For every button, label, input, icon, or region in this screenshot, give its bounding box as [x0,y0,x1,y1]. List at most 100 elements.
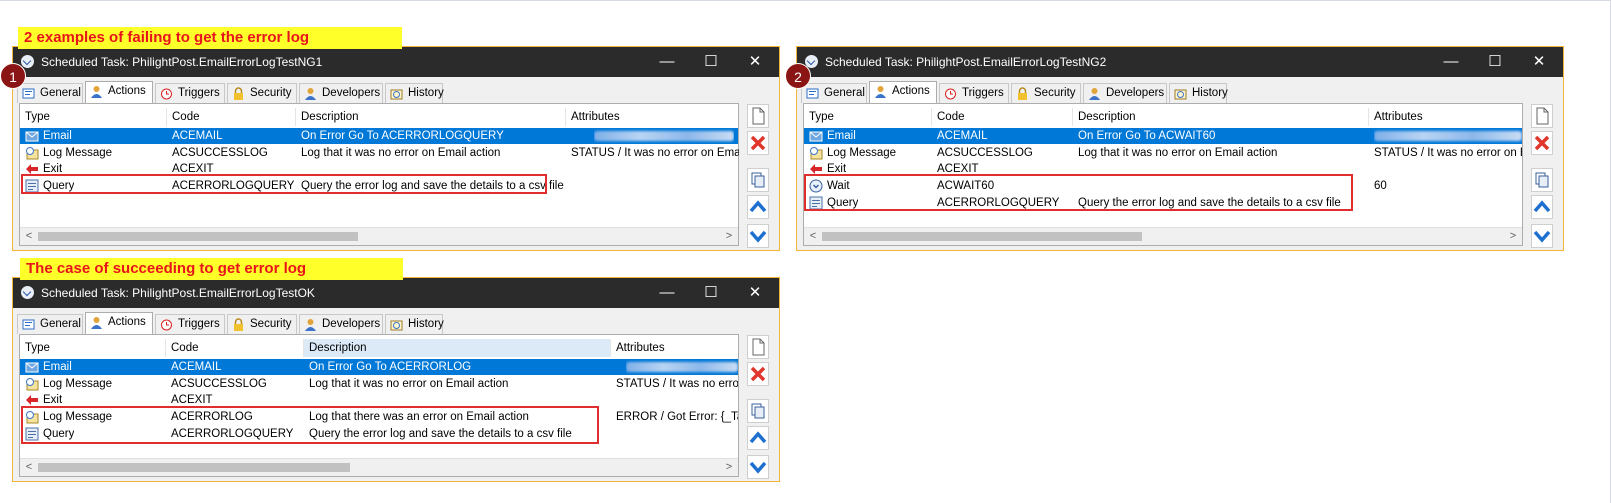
tab-general[interactable]: General [17,83,83,103]
close-button[interactable]: ✕ [1517,47,1561,77]
arrow-down-icon [749,230,767,243]
scroll-left-icon[interactable]: < [22,228,36,245]
scroll-thumb[interactable] [822,232,1142,241]
scroll-thumb[interactable] [38,463,350,472]
general-tab-icon [806,88,819,99]
tab-general[interactable]: General [801,83,867,103]
scroll-right-icon[interactable]: > [722,459,736,476]
column-header-attributes[interactable]: Attributes [611,339,740,357]
tab-security[interactable]: Security [1011,83,1081,103]
copy-action-button[interactable] [747,168,769,192]
move-down-button[interactable] [747,224,769,248]
table-row[interactable]: Log Message ACSUCCESSLOG Log that it was… [20,145,739,161]
tab-developers[interactable]: Developers [299,314,383,334]
tab-developers[interactable]: Developers [1083,83,1167,103]
scroll-thumb[interactable] [38,232,358,241]
copy-action-button[interactable] [747,399,769,423]
highlight-box [21,406,599,444]
padlock-icon [234,87,243,100]
tab-label: Security [250,87,292,99]
maximize-button[interactable]: ☐ [689,47,733,77]
new-document-icon [752,338,765,356]
column-header-type[interactable]: Type [20,339,166,357]
arrow-up-icon [749,200,767,213]
table-row[interactable]: Email ACEMAIL On Error Go To ACERRORLOGQ… [20,128,738,144]
horizontal-scrollbar[interactable]: < > [20,458,738,476]
scroll-right-icon[interactable]: > [1506,228,1520,245]
arrow-up-icon [749,431,767,444]
scroll-right-icon[interactable]: > [722,228,736,245]
tab-history[interactable]: History [385,83,444,103]
table-row[interactable]: Email ACEMAIL On Error Go To ACWAIT60 [804,128,1522,144]
close-button[interactable]: ✕ [733,47,777,77]
column-header-attributes[interactable]: Attributes [566,108,740,126]
delete-x-icon [1534,135,1550,151]
minimize-button[interactable]: — [645,278,689,308]
top-divider [0,0,1611,1]
new-action-button[interactable] [747,104,769,128]
horizontal-scrollbar[interactable]: < > [20,227,738,245]
tab-actions[interactable]: Actions [85,81,153,103]
code-cell: ACEMAIL [937,130,988,142]
user-actions-icon [91,86,102,98]
padlock-icon [1018,87,1027,100]
tab-general[interactable]: General [17,314,83,334]
window-title: Scheduled Task: PhilightPost.EmailErrorL… [41,286,315,300]
copy-action-button[interactable] [1531,168,1553,192]
move-up-button[interactable] [1531,195,1553,219]
attributes-cell-redacted [594,128,734,144]
scroll-left-icon[interactable]: < [806,228,820,245]
minimize-button[interactable]: — [1429,47,1473,77]
column-header-attributes[interactable]: Attributes [1369,108,1524,126]
table-row[interactable]: Log Message ACSUCCESSLOG Log that it was… [20,376,738,392]
column-header-type[interactable]: Type [804,108,932,126]
email-icon [25,362,39,373]
tab-triggers[interactable]: Triggers [155,83,225,103]
column-header-description[interactable]: Description [304,339,611,357]
tab-actions[interactable]: Actions [869,81,937,103]
move-down-button[interactable] [1531,224,1553,248]
copy-icon [1535,172,1549,188]
tab-triggers[interactable]: Triggers [939,83,1009,103]
tab-security[interactable]: Security [227,314,297,334]
task-window-ok: Scheduled Task: PhilightPost.EmailErrorL… [12,277,780,482]
tab-triggers[interactable]: Triggers [155,314,225,334]
column-header-code[interactable]: Code [167,108,296,126]
tab-developers[interactable]: Developers [299,83,383,103]
description-cell: On Error Go To ACERRORLOG [309,361,472,373]
attributes-cell-redacted [1374,128,1522,144]
maximize-button[interactable]: ☐ [1473,47,1517,77]
column-header-code[interactable]: Code [166,339,304,357]
tab-actions[interactable]: Actions [85,312,153,334]
table-row[interactable]: Email ACEMAIL On Error Go To ACERRORLOG [20,359,738,375]
new-action-button[interactable] [747,335,769,359]
maximize-button[interactable]: ☐ [689,278,733,308]
delete-action-button[interactable] [747,131,769,155]
delete-action-button[interactable] [1531,131,1553,155]
arrow-down-icon [1533,230,1551,243]
type-cell: Email [827,130,856,142]
move-down-button[interactable] [747,455,769,479]
horizontal-scrollbar[interactable]: < > [804,227,1522,245]
column-header-code[interactable]: Code [932,108,1073,126]
history-icon [390,89,403,100]
minimize-button[interactable]: — [645,47,689,77]
close-button[interactable]: ✕ [733,278,777,308]
column-header-description[interactable]: Description [1073,108,1369,126]
column-header-type[interactable]: Type [20,108,167,126]
task-window-ng1: Scheduled Task: PhilightPost.EmailErrorL… [12,46,780,251]
column-header-description[interactable]: Description [296,108,566,126]
tab-history[interactable]: History [385,314,444,334]
tab-label: General [824,87,865,99]
move-up-button[interactable] [747,426,769,450]
delete-action-button[interactable] [747,362,769,386]
tab-history[interactable]: History [1169,83,1228,103]
title-bar: Scheduled Task: PhilightPost.EmailErrorL… [797,47,1563,77]
scroll-left-icon[interactable]: < [22,459,36,476]
move-up-button[interactable] [747,195,769,219]
new-action-button[interactable] [1531,104,1553,128]
succeeding-case-banner: The case of succeeding to get error log [20,258,403,280]
tab-security[interactable]: Security [227,83,297,103]
highlight-box [804,174,1353,211]
table-row[interactable]: Log Message ACSUCCESSLOG Log that it was… [804,145,1522,161]
